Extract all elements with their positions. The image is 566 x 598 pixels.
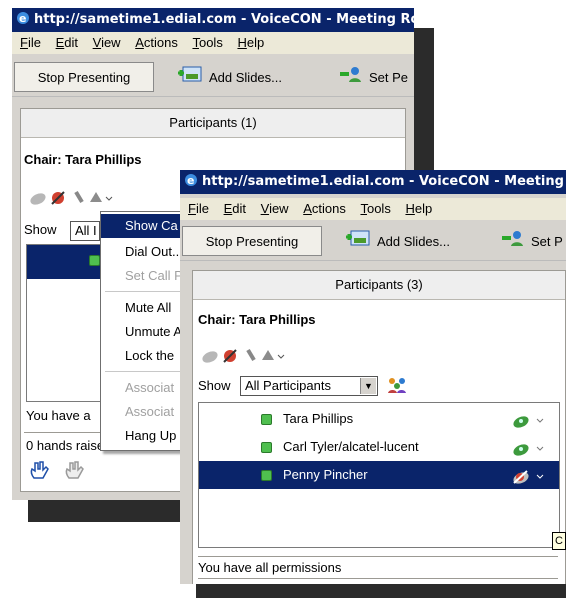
add-slides-button[interactable]: Add Slides... bbox=[176, 62, 306, 92]
front-audio-icons bbox=[200, 346, 300, 366]
menu-file[interactable]: File bbox=[188, 198, 209, 220]
menu-view[interactable]: View bbox=[93, 32, 121, 54]
menu-view[interactable]: View bbox=[261, 198, 289, 220]
back-selected-row[interactable] bbox=[27, 245, 107, 279]
back-hands-raised: 0 hands raised bbox=[26, 438, 112, 453]
tooltip: C bbox=[552, 532, 566, 550]
front-panel-title: Participants (3) bbox=[193, 271, 565, 300]
back-show-select[interactable]: All I bbox=[70, 221, 100, 241]
set-presenter-button[interactable]: Set P bbox=[500, 226, 566, 256]
participant-row[interactable]: Carl Tyler/alcatel-lucent bbox=[199, 433, 559, 461]
add-slides-icon bbox=[345, 228, 371, 258]
set-presenter-icon bbox=[501, 228, 525, 258]
menu-help[interactable]: Help bbox=[237, 32, 264, 54]
set-presenter-icon bbox=[339, 64, 363, 94]
front-divider bbox=[198, 556, 558, 557]
back-audio-icons bbox=[28, 188, 128, 208]
lower-hands-icon[interactable] bbox=[63, 460, 85, 484]
svg-text:e: e bbox=[187, 174, 194, 187]
back-menu-bar: File Edit View Actions Tools Help bbox=[12, 32, 414, 54]
front-show-label: Show bbox=[198, 378, 231, 393]
add-slides-icon bbox=[177, 64, 203, 94]
back-show-label: Show bbox=[24, 222, 57, 237]
menu-tools[interactable]: Tools bbox=[192, 32, 222, 54]
participant-row-selected[interactable]: Penny Pincher bbox=[199, 461, 559, 489]
front-toolbar: Stop Presenting Add Slides... Set P bbox=[180, 224, 566, 261]
front-window: e http://sametime1.edial.com - VoiceCON … bbox=[180, 170, 566, 584]
menu-tools[interactable]: Tools bbox=[360, 198, 390, 220]
menu-actions[interactable]: Actions bbox=[135, 32, 178, 54]
menu-help[interactable]: Help bbox=[405, 198, 432, 220]
front-show-select[interactable]: All Participants ▼ bbox=[240, 376, 378, 396]
ie-icon: e bbox=[183, 172, 199, 188]
menu-edit[interactable]: Edit bbox=[56, 32, 78, 54]
back-toolbar: Stop Presenting Add Slides... Set Pe bbox=[12, 60, 414, 97]
presence-icon bbox=[89, 255, 100, 266]
front-participant-list: Tara Phillips Carl Tyler/alcatel-lucent … bbox=[198, 402, 560, 548]
chevron-down-icon[interactable]: ▼ bbox=[360, 378, 376, 394]
presence-icon bbox=[261, 414, 272, 425]
participants-group-icon[interactable] bbox=[386, 375, 408, 399]
back-panel-title: Participants (1) bbox=[21, 109, 405, 138]
back-title-bar[interactable]: e http://sametime1.edial.com - VoiceCON … bbox=[12, 8, 414, 32]
back-chair-label: Chair: Tara Phillips bbox=[24, 152, 142, 167]
front-permissions-text: You have all permissions bbox=[198, 560, 342, 575]
stop-presenting-button[interactable]: Stop Presenting bbox=[14, 62, 154, 92]
back-bottom-icons bbox=[28, 460, 85, 480]
front-title-bar[interactable]: e http://sametime1.edial.com - VoiceCON … bbox=[180, 170, 566, 194]
ie-icon: e bbox=[15, 10, 31, 26]
menu-file[interactable]: File bbox=[20, 32, 41, 54]
back-permissions-text: You have a bbox=[26, 408, 91, 423]
stop-presenting-button[interactable]: Stop Presenting bbox=[182, 226, 322, 256]
add-slides-button[interactable]: Add Slides... bbox=[344, 226, 474, 256]
participant-row[interactable]: Tara Phillips bbox=[199, 405, 559, 433]
back-title-text: http://sametime1.edial.com - VoiceCON - … bbox=[34, 12, 414, 27]
presence-icon bbox=[261, 442, 272, 453]
raise-hand-icon[interactable] bbox=[28, 460, 50, 484]
set-presenter-button[interactable]: Set Pe bbox=[338, 62, 414, 92]
front-divider-bottom bbox=[198, 578, 558, 579]
front-menu-bar: File Edit View Actions Tools Help bbox=[180, 198, 566, 220]
svg-text:e: e bbox=[19, 12, 26, 25]
menu-actions[interactable]: Actions bbox=[303, 198, 346, 220]
presence-icon bbox=[261, 470, 272, 481]
front-chair-label: Chair: Tara Phillips bbox=[198, 312, 316, 327]
phone-muted-icon[interactable] bbox=[511, 467, 545, 495]
front-title-text: http://sametime1.edial.com - VoiceCON - … bbox=[202, 174, 566, 189]
menu-edit[interactable]: Edit bbox=[224, 198, 246, 220]
back-participant-list bbox=[26, 244, 108, 402]
